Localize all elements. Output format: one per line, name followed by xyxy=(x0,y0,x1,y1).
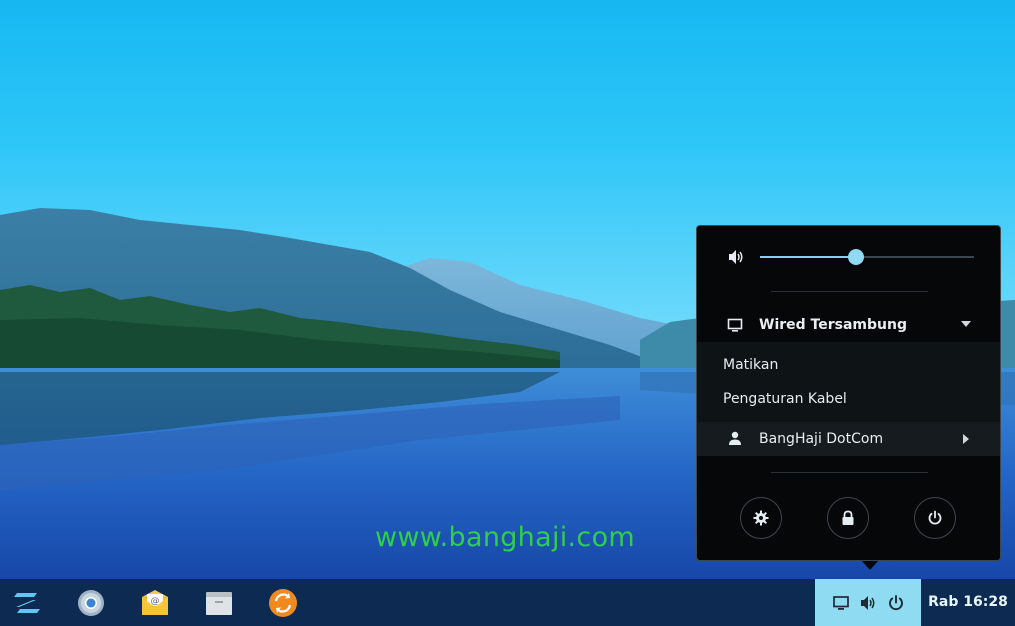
popover-arrow xyxy=(861,560,879,570)
separator xyxy=(771,291,928,292)
volume-icon[interactable] xyxy=(859,594,877,612)
separator xyxy=(771,472,928,473)
watermark-text: www.banghaji.com xyxy=(375,522,635,553)
settings-button[interactable] xyxy=(740,497,782,539)
software-updater-icon[interactable] xyxy=(267,587,299,619)
menu-item-wired-settings[interactable]: Pengaturan Kabel xyxy=(723,391,847,407)
chromium-icon[interactable] xyxy=(75,587,107,619)
user-name-label: BangHaji DotCom xyxy=(759,431,884,447)
network-submenu: Matikan Pengaturan Kabel xyxy=(697,342,1000,422)
gear-icon xyxy=(753,510,769,526)
power-icon xyxy=(928,510,942,525)
lock-icon xyxy=(842,510,854,525)
network-status-label: Wired Tersambung xyxy=(759,317,907,333)
power-off-button[interactable] xyxy=(914,497,956,539)
mail-icon[interactable]: @ xyxy=(139,587,171,619)
lock-button[interactable] xyxy=(827,497,869,539)
files-icon[interactable] xyxy=(203,587,235,619)
taskbar: @ Rab 16:28 xyxy=(0,579,1015,626)
power-icon[interactable] xyxy=(887,594,905,612)
user-row[interactable]: BangHaji DotCom xyxy=(697,422,1000,456)
volume-slider[interactable] xyxy=(760,249,974,265)
user-icon xyxy=(729,431,741,445)
volume-icon[interactable] xyxy=(727,248,745,266)
menu-item-turn-off[interactable]: Matikan xyxy=(723,357,778,373)
volume-slider-knob[interactable] xyxy=(848,249,865,265)
volume-slider-fill xyxy=(760,256,857,258)
clock[interactable]: Rab 16:28 xyxy=(921,579,1015,626)
system-tray[interactable] xyxy=(815,579,921,626)
system-menu-popover: Wired Tersambung Matikan Pengaturan Kabe… xyxy=(696,225,1001,561)
chevron-right-icon[interactable] xyxy=(963,434,969,444)
zorin-menu-icon[interactable] xyxy=(11,587,43,619)
network-wired-icon[interactable] xyxy=(832,594,850,612)
network-wired-row[interactable]: Wired Tersambung xyxy=(697,308,1000,342)
chevron-down-icon[interactable] xyxy=(961,321,971,327)
monitor-icon xyxy=(727,318,743,332)
